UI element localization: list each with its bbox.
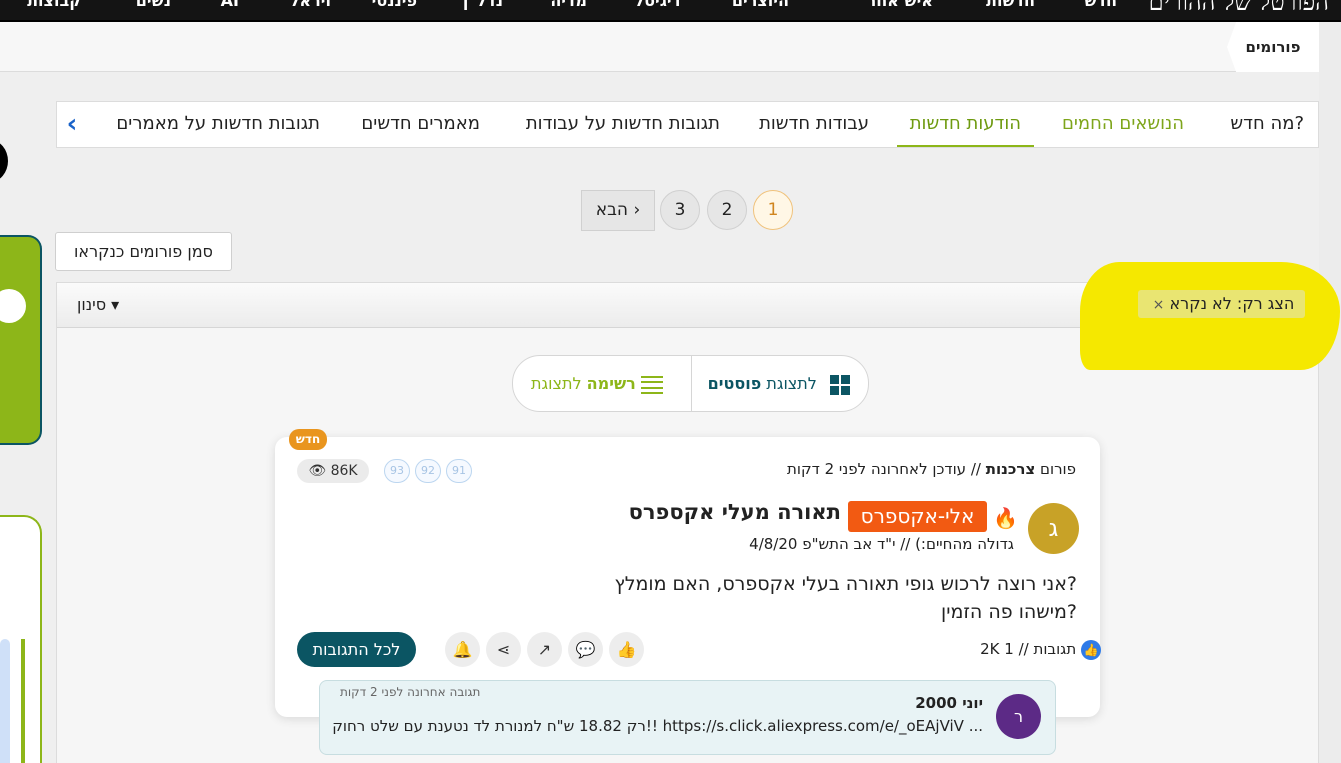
reply-time: תגובה אחרונה לפני 2 דקות	[340, 685, 481, 699]
like-button[interactable]: 👍	[609, 632, 644, 667]
like-icon: 👍	[1081, 639, 1101, 660]
right-strip	[1319, 22, 1341, 763]
side-widget-dot[interactable]	[0, 140, 8, 182]
side-widget-green[interactable]	[0, 235, 42, 445]
list-view-prefix: לתצוגת	[531, 374, 582, 393]
tab-new-work-replies[interactable]: תגובות חדשות על עבודות	[526, 102, 720, 147]
view-toggle: לתצוגת פוסטים רשימה לתצוגת	[512, 355, 869, 412]
nav-item[interactable]: פיננסי	[372, 0, 417, 10]
nav-item[interactable]: נשים	[136, 0, 171, 10]
reply-text[interactable]: רק 18.82 ש"ח למנורת לד נטענת עם שלט רחוק…	[332, 717, 983, 735]
mini-count: 92	[415, 459, 441, 483]
side-widget-panel	[0, 515, 42, 763]
nav-item[interactable]: ויראל	[290, 0, 331, 10]
grid-icon	[830, 374, 850, 395]
list-view-button[interactable]: רשימה לתצוגת	[531, 356, 671, 411]
open-external-button[interactable]: ↗	[527, 632, 562, 667]
views-count: 👁 86K	[297, 459, 369, 483]
filter-dropdown[interactable]: סינון ▾	[77, 283, 119, 327]
author-avatar[interactable]: ג	[1028, 503, 1079, 554]
post-forum-line: פורום צרכנות // עודכן לאחרונה לפני 2 דקו…	[787, 460, 1076, 478]
new-badge: חדש	[289, 429, 327, 450]
next-page-button[interactable]: הבא ›	[581, 190, 655, 231]
post-tag[interactable]: אלי-אקספרס	[848, 501, 987, 532]
nav-item[interactable]: נדל"ן	[463, 0, 503, 10]
list-view-bold: רשימה	[586, 374, 636, 393]
site-brand[interactable]: הפורטל של ההורים	[1149, 0, 1329, 17]
tab-new-article-replies[interactable]: תגובות חדשות על מאמרים	[116, 102, 320, 147]
post-stats: 2K תגובות // 1 👍	[980, 638, 1101, 660]
tab-new-messages[interactable]: הודעות חדשות	[896, 102, 1034, 147]
post-body-line: אני רוצה לרכוש גופי תאורה בעלי אקספרס, ה…	[614, 573, 1077, 595]
top-nav: הפורטל של ההורים קבוצות נשים AI ויראל פי…	[0, 0, 1341, 22]
side-line	[21, 639, 25, 763]
nav-item[interactable]: דיגיטל	[634, 0, 681, 10]
mini-count: 91	[446, 459, 472, 483]
active-filter-chip[interactable]: × הצג רק: לא נקרא	[1138, 290, 1305, 318]
nav-item[interactable]: איש אחר	[867, 0, 933, 10]
nav-item[interactable]: היוצרים	[732, 0, 789, 10]
forum-name-link[interactable]: צרכנות	[986, 460, 1036, 478]
page-1-button[interactable]: 1	[753, 190, 793, 230]
posts-view-bold: פוסטים	[707, 374, 762, 393]
views-value: 86K	[330, 463, 358, 479]
bell-icon[interactable]: 🔔	[445, 632, 480, 667]
post-meta: גדולה מהחיים:) // י"ד אב התש"פ 4/8/20	[749, 535, 1014, 553]
share-button[interactable]: ⋖	[486, 632, 521, 667]
breadcrumb-forums[interactable]: פורומים	[1227, 22, 1319, 72]
likes-count: 1	[1004, 640, 1014, 658]
breadcrumb-bar: פורומים	[0, 22, 1319, 72]
stats-separator: //	[1018, 640, 1029, 658]
post-body-line: מישהו פה הזמין?	[941, 601, 1077, 623]
mini-count: 93	[384, 459, 410, 483]
post-updated: // עודכן לאחרונה לפני 2 דקות	[787, 460, 981, 478]
toggle-knob	[0, 289, 26, 323]
nav-item[interactable]: AI	[221, 0, 239, 10]
post-title[interactable]: תאורה מעלי אקספרס	[629, 500, 841, 524]
eye-icon: 👁	[308, 463, 327, 479]
reply-author[interactable]: יוני 2000	[915, 694, 983, 712]
all-replies-button[interactable]: לכל התגובות	[297, 632, 416, 667]
toggle-divider	[691, 356, 692, 411]
forum-prefix: פורום	[1040, 460, 1076, 478]
post-body: אני רוצה לרכוש גופי תאורה בעלי אקספרס, ה…	[614, 570, 1077, 626]
nav-item[interactable]: חדש	[1084, 0, 1117, 10]
chip-label: הצג רק: לא נקרא	[1169, 294, 1295, 313]
mark-forums-read-button[interactable]: סמן פורומים כנקראו	[55, 232, 232, 271]
side-bar	[0, 639, 10, 763]
posts-view-button[interactable]: לתצוגת פוסטים	[707, 356, 850, 411]
page-3-button[interactable]: 3	[660, 190, 700, 230]
replies-count: 2K תגובות	[980, 640, 1077, 658]
tab-hot-topics[interactable]: הנושאים החמים	[1062, 102, 1184, 147]
close-icon[interactable]: ×	[1153, 297, 1165, 313]
tab-new-articles[interactable]: מאמרים חדשים	[361, 102, 480, 147]
nav-item[interactable]: קבוצות	[27, 0, 81, 10]
tab-new-works[interactable]: עבודות חדשות	[759, 102, 869, 147]
nav-item[interactable]: מדיה	[550, 0, 587, 10]
chevron-left-icon[interactable]: ‹	[57, 102, 87, 147]
nav-item[interactable]: חדשות	[986, 0, 1035, 10]
page-2-button[interactable]: 2	[707, 190, 747, 230]
tab-whats-new[interactable]: מה חדש?	[1230, 102, 1304, 147]
tabs-bar: ‹ מה חדש? הנושאים החמים הודעות חדשות עבו…	[56, 101, 1319, 148]
comment-button[interactable]: 💬	[568, 632, 603, 667]
reply-avatar[interactable]: ר	[996, 694, 1041, 739]
posts-view-prefix: לתצוגת	[766, 374, 817, 393]
flame-icon: 🔥	[993, 506, 1018, 530]
list-icon	[640, 375, 663, 394]
